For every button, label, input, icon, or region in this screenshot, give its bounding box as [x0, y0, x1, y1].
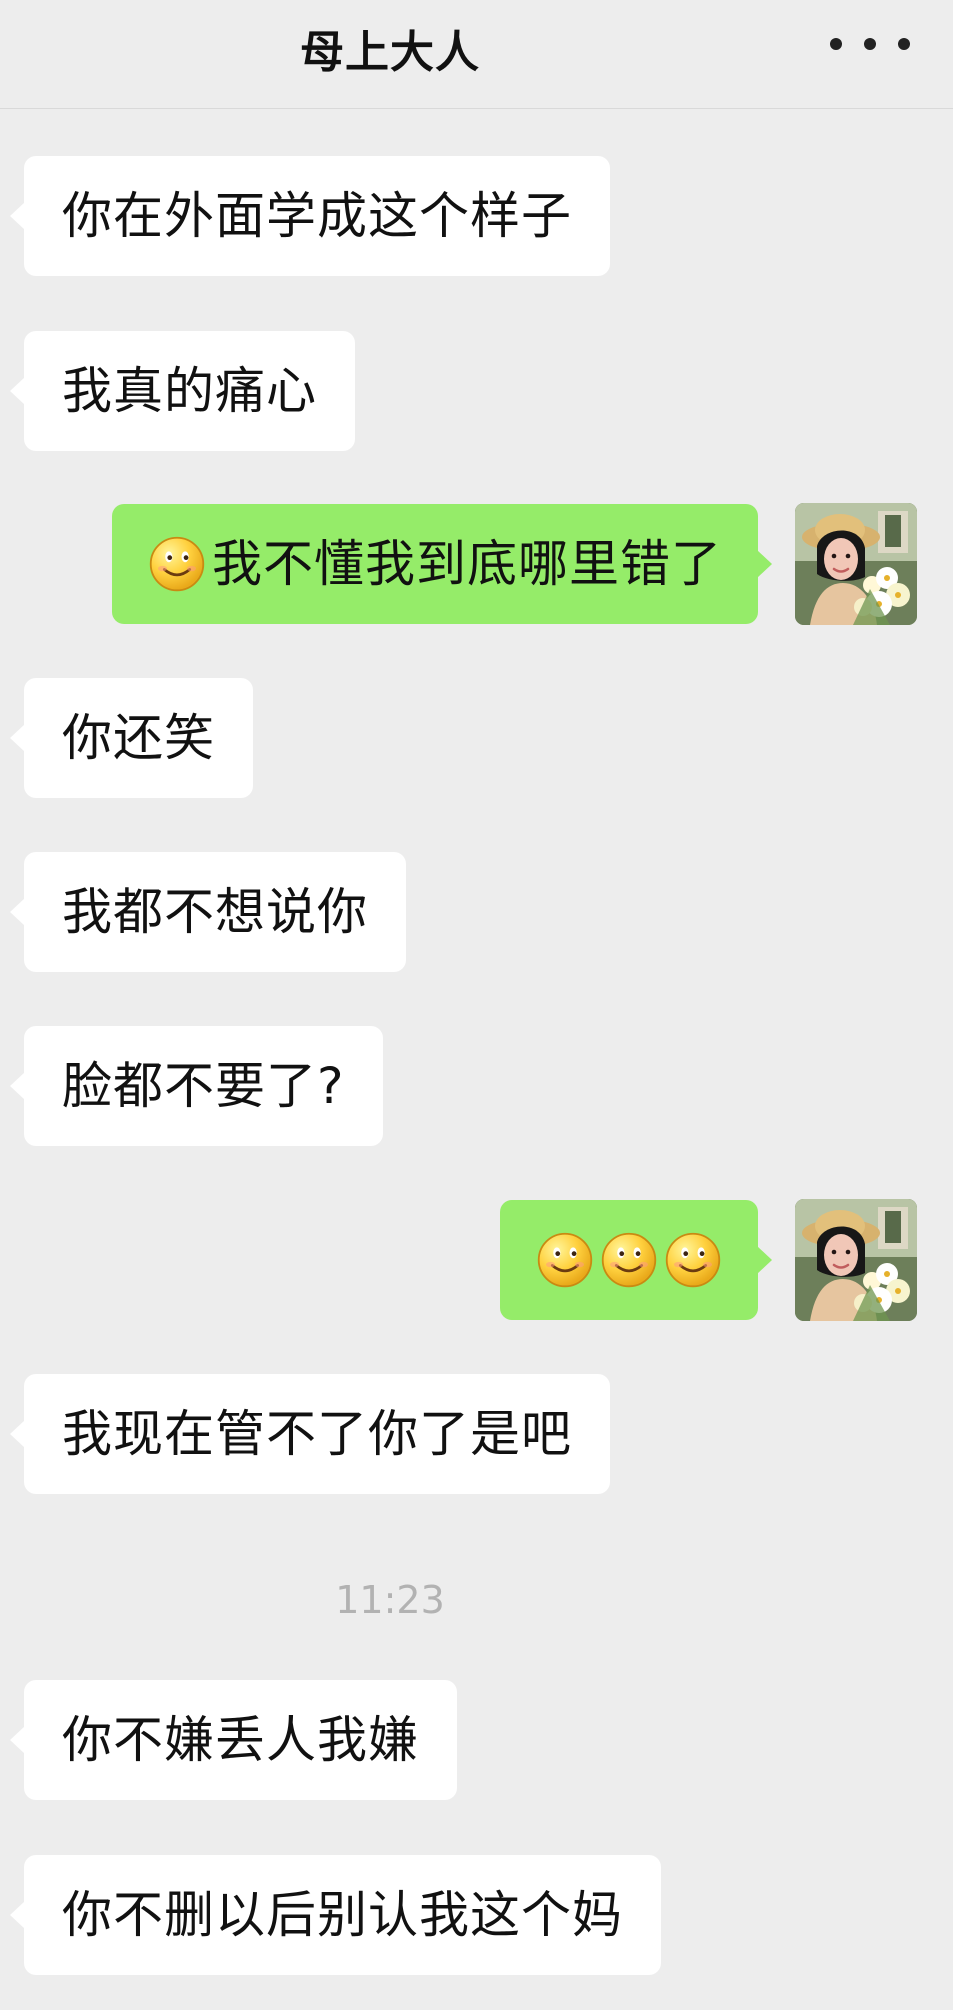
profile-avatar[interactable] — [795, 1199, 917, 1321]
message-text: 我现在管不了你了是吧 — [62, 1405, 572, 1463]
incoming-message[interactable]: 你不删以后别认我这个妈 — [10, 1855, 661, 1975]
message-timestamp: 11:23 — [335, 1578, 445, 1622]
message-text: 你在外面学成这个样子 — [62, 187, 572, 245]
avatar-image — [795, 503, 917, 625]
message-text: 你不嫌丢人我嫌 — [62, 1711, 419, 1769]
profile-avatar[interactable] — [795, 503, 917, 625]
more-dot — [864, 38, 876, 50]
smile-icon — [601, 1232, 657, 1288]
chat-screen: 母上大人 你在外面学成这个样子 我真的痛心 我不懂我到底哪里错了 你还笑 我都不… — [0, 0, 953, 2010]
message-text: 你还笑 — [62, 709, 215, 767]
more-dot — [898, 38, 910, 50]
smile-icon — [665, 1232, 721, 1288]
chat-header: 母上大人 — [0, 0, 953, 109]
more-dot — [830, 38, 842, 50]
message-text: 我真的痛心 — [62, 362, 317, 420]
more-icon[interactable] — [830, 24, 910, 64]
outgoing-message[interactable]: 我不懂我到底哪里错了 — [112, 504, 772, 624]
incoming-message[interactable]: 你不嫌丢人我嫌 — [10, 1680, 457, 1800]
message-text: 我都不想说你 — [62, 883, 368, 941]
incoming-message[interactable]: 我现在管不了你了是吧 — [10, 1374, 610, 1494]
message-text: 脸都不要了? — [62, 1057, 345, 1115]
smile-icon — [537, 1232, 593, 1288]
incoming-message[interactable]: 我真的痛心 — [10, 331, 355, 451]
outgoing-emoji-message[interactable] — [500, 1200, 772, 1320]
incoming-message[interactable]: 你在外面学成这个样子 — [10, 156, 610, 276]
message-text: 我不懂我到底哪里错了 — [212, 535, 722, 593]
smile-icon — [149, 536, 205, 592]
incoming-message[interactable]: 你还笑 — [10, 678, 253, 798]
incoming-message[interactable]: 脸都不要了? — [10, 1026, 383, 1146]
message-text: 你不删以后别认我这个妈 — [62, 1886, 623, 1944]
avatar-image — [795, 1199, 917, 1321]
page-title: 母上大人 — [300, 27, 480, 78]
incoming-message[interactable]: 我都不想说你 — [10, 852, 406, 972]
